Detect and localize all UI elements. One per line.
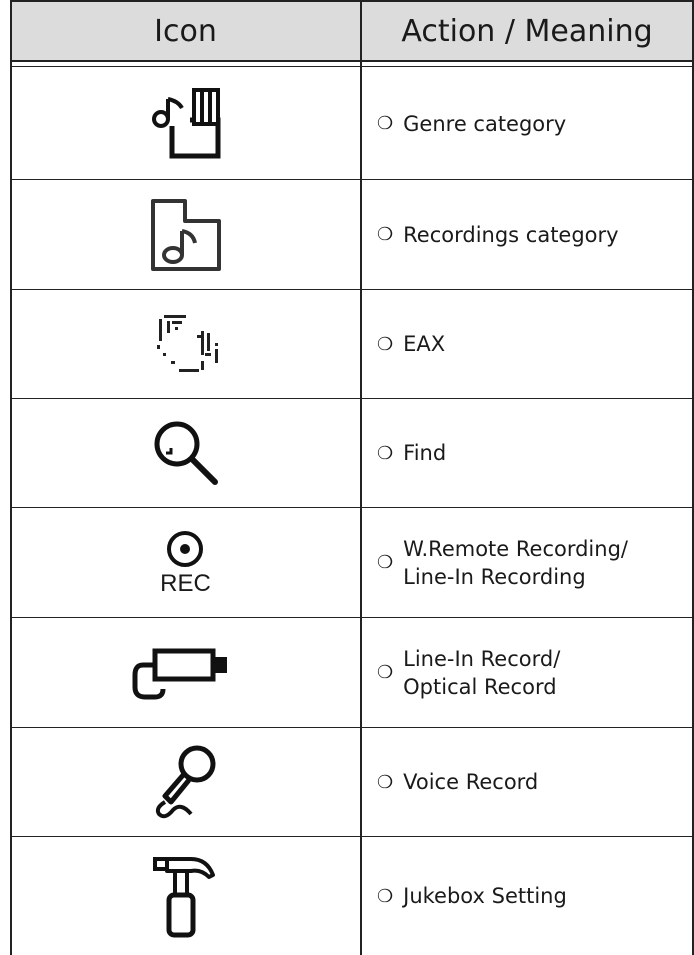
recordings-category-icon <box>150 198 221 271</box>
table-row: ❍ Recordings category <box>10 180 693 289</box>
line-in-cable-icon <box>132 648 227 699</box>
table-row: ❍ Jukebox Setting <box>10 837 693 955</box>
bullet-icon: ❍ <box>377 771 394 793</box>
find-magnifier-icon <box>154 421 218 485</box>
table-header: Icon Action / Meaning <box>10 0 693 60</box>
bullet-icon: ❍ <box>377 333 394 355</box>
row-meaning: Line-In Record/ Optical Record <box>403 646 561 699</box>
table-row: ❍ Voice Record <box>10 728 693 836</box>
icon-table: Icon Action / Meaning ❍ Genre category ❍… <box>10 0 694 955</box>
row-meaning: Recordings category <box>403 222 619 247</box>
record-circle-icon <box>167 530 204 567</box>
row-meaning: Genre category <box>403 111 567 136</box>
table-row: ❍ Genre category <box>10 68 693 179</box>
hammer-icon <box>152 857 215 938</box>
row-meaning: W.Remote Recording/ Line-In Recording <box>403 536 628 589</box>
bullet-icon: ❍ <box>377 662 394 683</box>
bullet-icon: ❍ <box>377 442 394 464</box>
row-meaning: EAX <box>403 332 446 356</box>
bullet-icon: ❍ <box>377 552 394 573</box>
bullet-icon: ❍ <box>377 885 394 907</box>
header-meaning: Action / Meaning <box>401 13 653 49</box>
header-icon: Icon <box>154 13 217 49</box>
rec-icon: REC <box>160 529 211 597</box>
eax-icon <box>156 315 218 372</box>
table-row: ❍ Find <box>10 399 693 507</box>
genre-category-icon <box>149 87 220 158</box>
table-row: REC ❍ W.Remote Recording/ Line-In Record… <box>10 508 693 617</box>
row-meaning: Find <box>403 441 447 465</box>
table-row: ❍ Line-In Record/ Optical Record <box>10 618 693 727</box>
bullet-icon: ❍ <box>377 113 394 134</box>
row-meaning: Voice Record <box>403 770 539 794</box>
table-row: ❍ EAX <box>10 290 693 398</box>
microphone-icon <box>155 745 215 819</box>
rec-label: REC <box>160 569 211 597</box>
row-meaning: Jukebox Setting <box>403 884 567 908</box>
header-divider-inner <box>10 66 693 67</box>
header-divider <box>10 60 693 62</box>
bullet-icon: ❍ <box>377 224 394 245</box>
